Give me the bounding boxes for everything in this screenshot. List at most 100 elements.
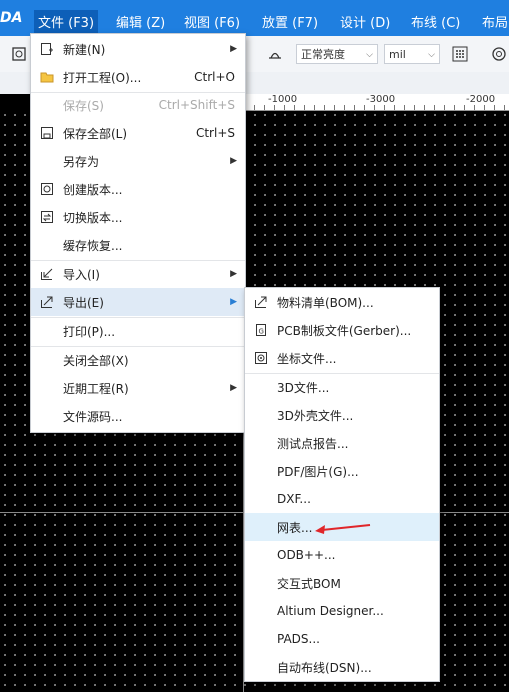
menu-item-import[interactable]: 导入(I) ▶ <box>31 260 245 288</box>
switch-version-icon <box>39 209 55 225</box>
menu-item-save-as[interactable]: 另存为 ▶ <box>31 147 245 175</box>
submenu-arrow-icon: ▶ <box>230 156 237 166</box>
menu-item-label: 自动布线(DSN)... <box>277 660 372 675</box>
menu-item-label: DXF... <box>277 492 311 506</box>
coordinate-file-icon <box>253 350 269 366</box>
gerber-file-icon: G <box>253 322 269 338</box>
menu-item-export-pdf-image[interactable]: PDF/图片(G)... <box>245 457 439 485</box>
menu-item-cache-restore[interactable]: 缓存恢复... <box>31 231 245 259</box>
menu-item-label: 物料清单(BOM)... <box>277 295 374 310</box>
menu-file[interactable]: 文件 (F3) <box>34 10 99 33</box>
submenu-arrow-icon: ▶ <box>230 297 237 307</box>
export-icon <box>39 294 55 310</box>
menu-item-label: 切换版本... <box>63 210 123 225</box>
save-icon <box>39 125 55 141</box>
menu-item-label: 创建版本... <box>63 182 123 197</box>
chevron-down-icon: ⌵ <box>366 50 373 60</box>
menu-item-label: 文件源码... <box>63 409 123 424</box>
menu-item-export-autoroute-dsn[interactable]: 自动布线(DSN)... <box>245 653 439 681</box>
menu-view[interactable]: 视图 (F6) <box>184 12 240 31</box>
shortcut-label: Ctrl+O <box>194 70 235 84</box>
toolbar-tool-icon[interactable] <box>10 45 28 63</box>
ruler-tick-label: -2000 <box>466 94 496 105</box>
shortcut-label: Ctrl+S <box>195 126 235 140</box>
grid-icon[interactable] <box>451 45 469 63</box>
unit-select[interactable]: mil ⌵ <box>384 44 440 64</box>
menu-item-open-project[interactable]: 打开工程(O)... Ctrl+O <box>31 63 245 91</box>
menu-item-label: 坐标文件... <box>277 351 337 366</box>
menu-item-save-all[interactable]: 保存全部(L) Ctrl+S <box>31 119 245 147</box>
ruler-tick-label: -3000 <box>366 94 396 105</box>
menu-item-label: ODB++... <box>277 548 336 562</box>
menu-item-label: 测试点报告... <box>277 436 349 451</box>
submenu-arrow-icon: ▶ <box>230 44 237 54</box>
menu-item-export-3d[interactable]: 3D文件... <box>245 373 439 401</box>
menu-item-label: Altium Designer... <box>277 604 384 618</box>
menu-edit[interactable]: 编辑 (Z) <box>116 12 165 31</box>
ruler-tick-label: -1000 <box>268 94 298 105</box>
menu-item-export-gerber[interactable]: G PCB制板文件(Gerber)... <box>245 316 439 344</box>
submenu-arrow-icon: ▶ <box>230 383 237 393</box>
app-logo: DA <box>0 10 23 26</box>
menu-item-label: 导出(E) <box>63 295 104 310</box>
shortcut-label: Ctrl+Shift+S <box>158 98 235 112</box>
menu-bar: DA 文件 (F3) 编辑 (Z) 视图 (F6) 放置 (F7) 设计 (D)… <box>0 0 509 36</box>
menu-item-export-coordinates[interactable]: 坐标文件... <box>245 344 439 372</box>
menu-item-export-3d-shell[interactable]: 3D外壳文件... <box>245 401 439 429</box>
menu-item-export-pads[interactable]: PADS... <box>245 625 439 653</box>
menu-item-export-altium[interactable]: Altium Designer... <box>245 597 439 625</box>
menu-item-new[interactable]: 新建(N) ▶ <box>31 35 245 63</box>
menu-item-switch-version[interactable]: 切换版本... <box>31 203 245 231</box>
menu-item-export-dxf[interactable]: DXF... <box>245 485 439 513</box>
chevron-down-icon: ⌵ <box>428 50 435 60</box>
menu-item-label: 3D外壳文件... <box>277 408 354 423</box>
target-icon[interactable] <box>490 45 508 63</box>
menu-item-label: 近期工程(R) <box>63 381 129 396</box>
horizontal-ruler: -1000 -3000 -2000 <box>244 94 509 111</box>
submenu-arrow-icon: ▶ <box>230 269 237 279</box>
menu-item-label: 关闭全部(X) <box>63 353 129 368</box>
menu-item-file-source[interactable]: 文件源码... <box>31 402 245 430</box>
brightness-select-value: 正常亮度 <box>301 48 345 61</box>
svg-text:G: G <box>259 328 264 336</box>
menu-place[interactable]: 放置 (F7) <box>262 12 318 31</box>
menu-item-recent-projects[interactable]: 近期工程(R) ▶ <box>31 374 245 402</box>
menu-item-label: 保存(S) <box>63 98 104 113</box>
menu-item-label: PDF/图片(G)... <box>277 464 359 479</box>
brightness-select[interactable]: 正常亮度 ⌵ <box>296 44 378 64</box>
menu-item-label: 打印(P)... <box>63 324 116 339</box>
menu-design[interactable]: 设计 (D) <box>340 12 390 31</box>
menu-item-label: 新建(N) <box>63 42 106 57</box>
menu-item-label: 导入(I) <box>63 267 100 282</box>
menu-item-create-version[interactable]: 创建版本... <box>31 175 245 203</box>
menu-item-label: PCB制板文件(Gerber)... <box>277 323 412 338</box>
export-submenu: 物料清单(BOM)... G PCB制板文件(Gerber)... 坐标文件..… <box>244 287 440 682</box>
file-menu: 新建(N) ▶ 打开工程(O)... Ctrl+O 保存(S) Ctrl+Shi… <box>30 33 246 433</box>
menu-item-close-all[interactable]: 关闭全部(X) <box>31 346 245 374</box>
menu-layout[interactable]: 布局 <box>482 12 508 31</box>
new-file-icon <box>39 41 55 57</box>
menu-item-label: 交互式BOM <box>277 576 341 591</box>
menu-item-save[interactable]: 保存(S) Ctrl+Shift+S <box>31 91 245 119</box>
menu-route[interactable]: 布线 (C) <box>411 12 460 31</box>
menu-item-label: 保存全部(L) <box>63 126 128 141</box>
menu-item-export-testpoint-report[interactable]: 测试点报告... <box>245 429 439 457</box>
import-icon <box>39 266 55 282</box>
menu-item-export[interactable]: 导出(E) ▶ <box>31 288 245 316</box>
menu-item-label: 另存为 <box>63 154 100 169</box>
brightness-icon <box>266 45 284 63</box>
menu-item-label: PADS... <box>277 632 320 646</box>
menu-item-label: 3D文件... <box>277 380 330 395</box>
menu-item-label: 缓存恢复... <box>63 238 123 253</box>
menu-item-export-interactive-bom[interactable]: 交互式BOM <box>245 569 439 597</box>
folder-icon <box>39 69 55 85</box>
menu-item-export-bom[interactable]: 物料清单(BOM)... <box>245 288 439 316</box>
create-version-icon <box>39 181 55 197</box>
menu-item-label: 打开工程(O)... <box>63 70 142 85</box>
menu-item-print[interactable]: 打印(P)... <box>31 317 245 345</box>
unit-select-value: mil <box>389 48 406 61</box>
menu-item-export-odb[interactable]: ODB++... <box>245 541 439 569</box>
annotation-arrow-icon <box>315 524 371 534</box>
menu-item-label: 网表... <box>277 520 313 535</box>
export-bom-icon <box>253 294 269 310</box>
